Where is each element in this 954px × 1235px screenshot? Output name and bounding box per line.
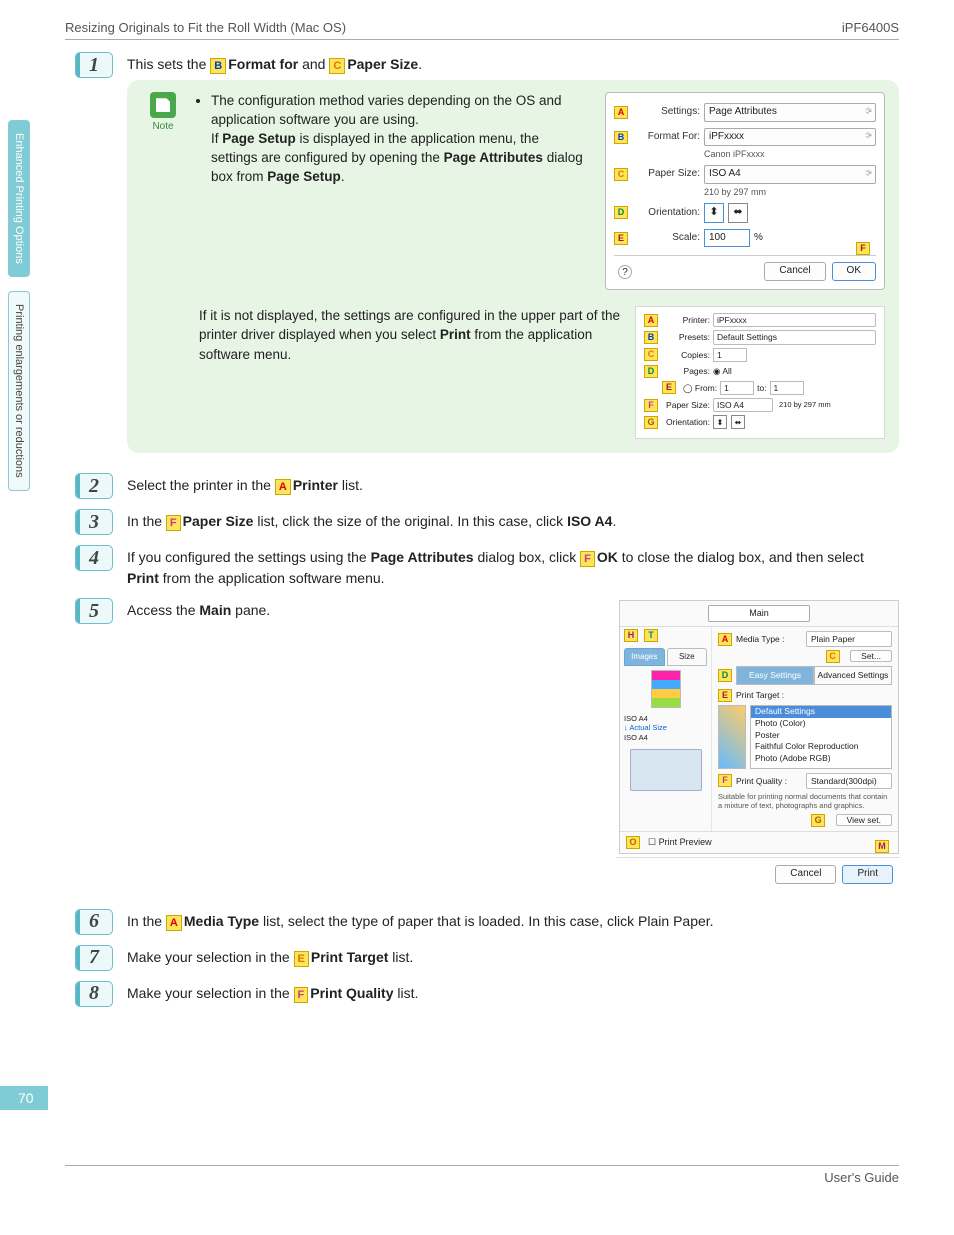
scale-input[interactable]: 100 [704, 229, 750, 248]
page-number: 70 [0, 1086, 48, 1110]
side-tab-enlargements[interactable]: Printing enlargements or reductions [8, 291, 30, 491]
page-header: Resizing Originals to Fit the Roll Width… [65, 20, 899, 40]
tag-t: T [644, 629, 658, 642]
tag-d: D [614, 206, 628, 219]
step8-text: Make your selection in the FPrint Qualit… [127, 981, 899, 1003]
page-attributes-dialog: A Settings: Page Attributes B Format For… [605, 92, 885, 290]
ok-button[interactable]: OK [832, 262, 876, 281]
advanced-settings-tab[interactable]: Advanced Settings [814, 666, 892, 684]
step7-text: Make your selection in the EPrint Target… [127, 945, 899, 967]
key-f: F [166, 515, 181, 531]
note-icon [150, 92, 176, 118]
step3-text: In the FPaper Size list, click the size … [127, 509, 899, 531]
tag-m: M [875, 840, 889, 853]
pages-from-radio[interactable]: ◯ From: [683, 382, 717, 394]
orientation-portrait-2[interactable]: ⬍ [713, 415, 727, 429]
pages-all-radio[interactable]: ◉ All [713, 365, 732, 377]
tag-d3: D [718, 669, 732, 682]
tag-a: A [614, 106, 628, 119]
step5-text: Access the Main pane. [127, 600, 607, 620]
paper-size-select[interactable]: ISO A4 [704, 165, 876, 184]
footer-text: User's Guide [65, 1165, 899, 1185]
key-a2: A [166, 915, 182, 931]
key-a: A [275, 479, 291, 495]
tag-e3: E [718, 689, 732, 702]
tag-a2: A [644, 314, 658, 327]
step1-text: This sets the BFormat for and CPaper Siz… [127, 54, 899, 74]
side-tab-enhanced[interactable]: Enhanced Printing Options [8, 120, 30, 277]
key-e2: E [294, 951, 309, 967]
step-number-4: 4 [75, 545, 113, 571]
step-number-1: 1 [75, 52, 113, 78]
print-target-list[interactable]: Default Settings Photo (Color) Poster Fa… [750, 705, 892, 769]
key-b: B [210, 58, 226, 74]
tag-c2: C [644, 348, 658, 361]
tag-d2: D [644, 365, 658, 378]
header-model: iPF6400S [842, 20, 899, 35]
key-f3: F [294, 987, 309, 1003]
tag-c: C [614, 168, 628, 181]
orientation-landscape[interactable]: ⬌ [728, 203, 748, 223]
main-pane-figure: Main H T Images Size [617, 600, 899, 889]
tag-c3: C [826, 650, 840, 663]
preview-thumbnail [651, 670, 681, 708]
copies-input[interactable]: 1 [713, 348, 747, 362]
printer-select[interactable]: iPFxxxx [713, 313, 876, 327]
target-preview-icon [718, 705, 746, 769]
presets-select[interactable]: Default Settings [713, 330, 876, 344]
note-text: The configuration method varies dependin… [195, 92, 587, 186]
tag-h: H [624, 629, 638, 642]
tag-e: E [614, 232, 628, 245]
printer-illustration [630, 749, 702, 791]
tag-b: B [614, 131, 628, 144]
size-tab[interactable]: Size [667, 648, 708, 666]
from-input[interactable]: 1 [720, 381, 754, 395]
print-quality-select[interactable]: Standard(300dpi) [806, 773, 892, 789]
header-title: Resizing Originals to Fit the Roll Width… [65, 20, 346, 35]
main-cancel-button[interactable]: Cancel [775, 865, 836, 884]
step6-text: In the AMedia Type list, select the type… [127, 909, 899, 931]
step-number-2: 2 [75, 473, 113, 499]
to-input[interactable]: 1 [770, 381, 804, 395]
easy-settings-tab[interactable]: Easy Settings [736, 666, 814, 684]
images-tab[interactable]: Images [624, 648, 665, 666]
tag-g3: G [811, 814, 825, 827]
paper-size-select-2[interactable]: ISO A4 [713, 398, 773, 412]
set-button[interactable]: Set... [850, 650, 892, 662]
note-label: Note [141, 120, 185, 135]
key-c: C [329, 58, 345, 74]
step-number-8: 8 [75, 981, 113, 1007]
step-number-7: 7 [75, 945, 113, 971]
step-number-6: 6 [75, 909, 113, 935]
tag-b2: B [644, 331, 658, 344]
help-button[interactable]: ? [618, 265, 632, 279]
tag-o: O [626, 836, 640, 849]
print-dialog: APrinter:iPFxxxx BPresets:Default Settin… [635, 306, 885, 440]
settings-select[interactable]: Page Attributes [704, 103, 876, 122]
view-set-button[interactable]: View set. [836, 814, 892, 826]
step4-text: If you configured the settings using the… [127, 545, 899, 588]
step2-text: Select the printer in the APrinter list. [127, 473, 899, 495]
print-preview-checkbox[interactable]: ☐ Print Preview [648, 836, 712, 849]
tag-f2: F [644, 399, 658, 412]
main-pane-select[interactable]: Main [708, 605, 810, 622]
note-box: Note The configuration method varies dep… [127, 80, 899, 453]
step-number-5: 5 [75, 598, 113, 624]
main-print-button[interactable]: Print [842, 865, 893, 884]
cancel-button[interactable]: Cancel [764, 262, 825, 281]
step-number-3: 3 [75, 509, 113, 535]
tag-f: F [856, 242, 870, 255]
orientation-landscape-2[interactable]: ⬌ [731, 415, 745, 429]
tag-e2: E [662, 381, 676, 394]
media-type-select[interactable]: Plain Paper [806, 631, 892, 647]
format-for-select[interactable]: iPFxxxx [704, 128, 876, 147]
tag-g2: G [644, 416, 658, 429]
key-f2: F [580, 551, 595, 567]
tag-a3: A [718, 633, 732, 646]
sidebar: Enhanced Printing Options Printing enlar… [8, 120, 30, 491]
note-para-2: If it is not displayed, the settings are… [199, 306, 621, 365]
orientation-portrait[interactable]: ⬍ [704, 203, 724, 223]
tag-f3: F [718, 774, 732, 787]
